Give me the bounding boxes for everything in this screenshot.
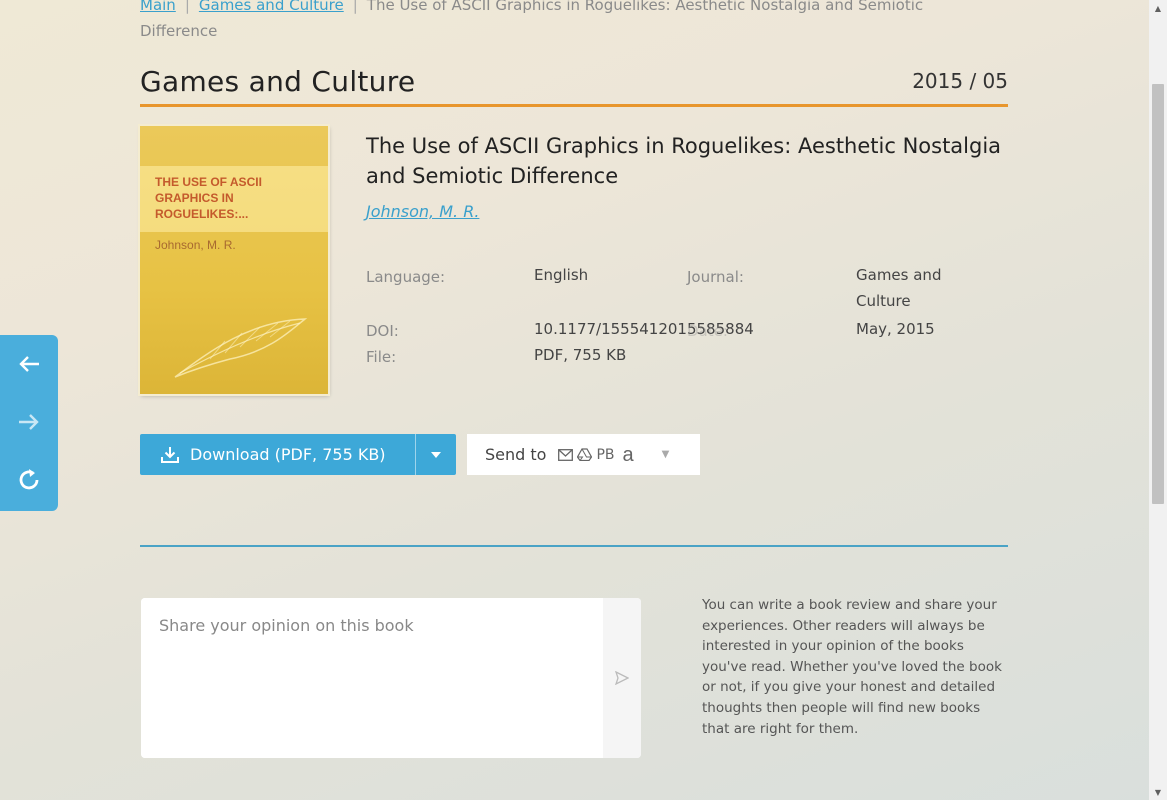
download-label: Download (PDF, 755 KB) <box>190 445 386 464</box>
download-icon <box>161 446 179 463</box>
breadcrumb: Main | Games and Culture | The Use of ASCII … <box>140 0 1000 44</box>
page-scrollbar[interactable]: ▲ ▼ <box>1149 0 1167 800</box>
book-title: The Use of ASCII Graphics in Roguelikes:… <box>366 134 1002 188</box>
review-box <box>141 598 641 758</box>
send-icon <box>615 671 629 685</box>
breadcrumb-link-journal[interactable]: Games and Culture <box>199 0 344 14</box>
language-value: English <box>534 266 589 284</box>
file-label: File: <box>366 348 397 366</box>
review-hint: You can write a book review and share yo… <box>702 597 1002 737</box>
pocketbook-icon: PB <box>596 446 615 463</box>
chevron-down-icon <box>431 451 442 458</box>
journal-issue: 2015 / 05 <box>912 69 1008 93</box>
doi-label: DOI: <box>366 322 399 340</box>
journal-label: Journal: <box>687 268 744 286</box>
amazon-icon: a <box>622 443 634 466</box>
download-main[interactable]: Download (PDF, 755 KB) <box>140 434 415 475</box>
section-divider <box>140 545 1008 547</box>
journal-header: Games and Culture 2015 / 05 <box>140 58 1008 107</box>
book-author-link[interactable]: Johnson, M. R. <box>366 202 479 221</box>
download-options-button[interactable] <box>415 434 456 475</box>
chevron-down-icon: ▼ <box>661 449 670 460</box>
journal-title: Games and Culture <box>140 64 416 98</box>
breadcrumb-separator: | <box>184 0 190 14</box>
file-value: PDF, 755 KB <box>534 346 627 364</box>
date-value: May, 2015 <box>856 320 935 338</box>
review-send-button[interactable] <box>603 598 641 758</box>
scrollbar-thumb[interactable] <box>1152 84 1164 504</box>
send-to-icons: PB a <box>558 443 634 466</box>
refresh-button[interactable] <box>0 451 58 509</box>
cover-author: Johnson, M. R. <box>155 238 236 252</box>
breadcrumb-link-main[interactable]: Main <box>140 0 176 14</box>
refresh-icon <box>19 469 39 490</box>
language-label: Language: <box>366 268 446 286</box>
scroll-down-icon[interactable]: ▼ <box>1149 784 1167 800</box>
arrow-left-icon <box>19 356 39 372</box>
review-input[interactable] <box>141 598 603 758</box>
send-to-button[interactable]: Send to PB a ▼ <box>467 434 700 475</box>
breadcrumb-separator: | <box>352 0 358 14</box>
download-button[interactable]: Download (PDF, 755 KB) <box>140 434 456 475</box>
arrow-right-icon <box>19 414 39 430</box>
side-nav <box>0 335 58 511</box>
feather-icon <box>174 318 308 378</box>
send-to-label: Send to <box>485 445 547 464</box>
back-button[interactable] <box>0 335 58 393</box>
journal-value-line1: Games and <box>856 266 942 284</box>
scroll-up-icon[interactable]: ▲ <box>1149 0 1167 16</box>
date-label: Date: <box>687 322 728 340</box>
mail-icon <box>558 448 574 461</box>
book-cover[interactable]: THE USE OF ASCII GRAPHICS IN ROGUELIKES:… <box>140 126 328 394</box>
journal-value-line2: Culture <box>856 292 911 310</box>
forward-button[interactable] <box>0 393 58 451</box>
cover-title: THE USE OF ASCII GRAPHICS IN ROGUELIKES:… <box>155 175 262 221</box>
google-drive-icon <box>577 448 593 461</box>
